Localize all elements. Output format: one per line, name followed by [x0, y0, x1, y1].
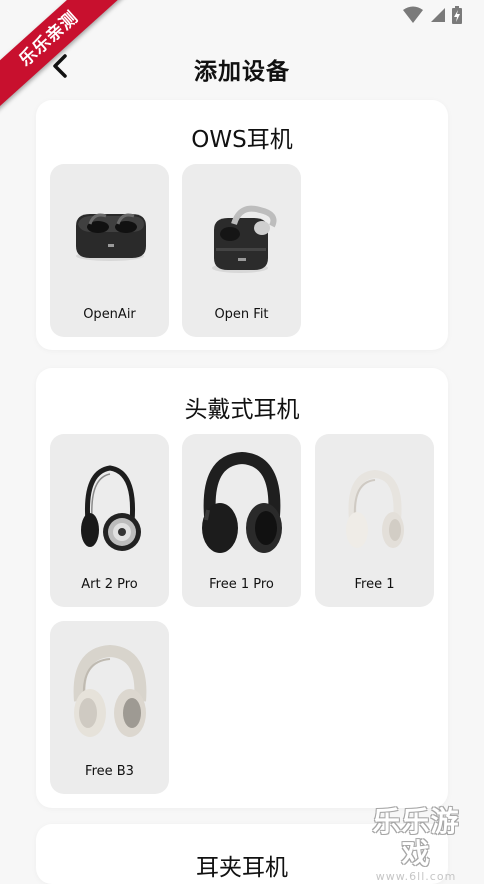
device-label: Art 2 Pro: [81, 577, 138, 592]
wifi-icon: [402, 6, 424, 28]
watermark: 乐乐游戏 www.6ll.com: [360, 806, 472, 884]
device-tile-open-fit[interactable]: Open Fit: [182, 164, 301, 337]
device-label: Free B3: [85, 764, 134, 779]
device-tile-free-1[interactable]: Free 1: [315, 434, 434, 607]
status-icons: [402, 6, 462, 28]
headphones-image: [346, 469, 404, 548]
headphones-image: [73, 644, 147, 737]
device-label: Open Fit: [214, 307, 269, 322]
device-label: Free 1: [354, 577, 395, 592]
section-card-ows: OWS耳机 OpenAir Open Fit: [36, 100, 448, 350]
device-label: Free 1 Pro: [209, 577, 274, 592]
watermark-main: 乐乐游戏: [372, 805, 460, 870]
headphones-image: [81, 465, 141, 551]
headphones-image: [202, 451, 282, 553]
cell-signal-icon: [430, 7, 446, 27]
device-tile-openair[interactable]: OpenAir: [50, 164, 169, 337]
earbuds-case-image: [212, 205, 277, 273]
earbuds-case-image: [76, 213, 146, 261]
section-title-headphones: 头戴式耳机: [184, 397, 300, 423]
device-label: OpenAir: [83, 307, 136, 322]
device-tile-art-2-pro[interactable]: Art 2 Pro: [50, 434, 169, 607]
device-tile-free-b3[interactable]: Free B3: [50, 621, 169, 794]
header: 添加设备: [0, 44, 484, 92]
device-tile-free-1-pro[interactable]: Free 1 Pro: [182, 434, 301, 607]
battery-icon: [452, 6, 462, 28]
watermark-sub: www.6ll.com: [375, 870, 457, 883]
section-title-ows: OWS耳机: [191, 127, 293, 153]
section-card-headphones: 头戴式耳机 Art 2 Pro Free 1 Pro Free 1 Free B…: [36, 368, 448, 808]
page-title: 添加设备: [194, 59, 290, 85]
